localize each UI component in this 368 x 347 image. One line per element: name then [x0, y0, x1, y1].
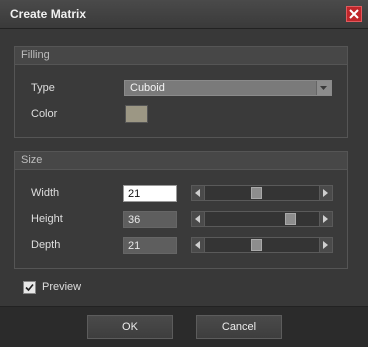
type-dropdown[interactable]: Cuboid [124, 80, 332, 96]
height-increment-button[interactable] [319, 212, 332, 226]
height-input[interactable] [123, 211, 177, 228]
preview-label: Preview [42, 281, 82, 293]
width-decrement-button[interactable] [192, 186, 205, 200]
height-label: Height [31, 213, 63, 225]
close-button[interactable] [346, 6, 362, 22]
filling-group: Filling Type Cuboid Color [14, 46, 348, 138]
dropdown-arrow-icon [316, 81, 331, 95]
chevron-right-icon [323, 241, 328, 249]
color-label: Color [31, 108, 58, 120]
depth-slider-track[interactable] [205, 238, 319, 252]
dialog-footer: OK Cancel [0, 306, 368, 347]
chevron-left-icon [195, 241, 200, 249]
height-slider-track[interactable] [205, 212, 319, 226]
color-swatch[interactable] [125, 105, 148, 123]
depth-label: Depth [31, 239, 61, 251]
width-increment-button[interactable] [319, 186, 332, 200]
width-label: Width [31, 187, 60, 199]
dialog-body: Filling Type Cuboid Color Size Width Hei… [0, 29, 368, 306]
chevron-left-icon [195, 215, 200, 223]
size-header: Size [15, 152, 347, 170]
depth-decrement-button[interactable] [192, 238, 205, 252]
type-dropdown-value: Cuboid [130, 82, 165, 94]
depth-slider[interactable] [191, 237, 333, 253]
title-bar: Create Matrix [0, 0, 368, 29]
height-decrement-button[interactable] [192, 212, 205, 226]
width-slider-thumb[interactable] [251, 187, 262, 199]
depth-slider-thumb[interactable] [251, 239, 262, 251]
ok-button[interactable]: OK [87, 315, 173, 339]
depth-increment-button[interactable] [319, 238, 332, 252]
chevron-right-icon [323, 189, 328, 197]
checkmark-icon [25, 283, 34, 292]
filling-header: Filling [15, 47, 347, 65]
height-slider-thumb[interactable] [285, 213, 296, 225]
chevron-right-icon [323, 215, 328, 223]
width-slider-track[interactable] [205, 186, 319, 200]
preview-checkbox[interactable] [23, 281, 36, 294]
type-label: Type [31, 82, 55, 94]
close-icon [349, 9, 359, 19]
chevron-left-icon [195, 189, 200, 197]
width-slider[interactable] [191, 185, 333, 201]
height-slider[interactable] [191, 211, 333, 227]
depth-input[interactable] [123, 237, 177, 254]
cancel-button[interactable]: Cancel [196, 315, 282, 339]
width-input[interactable] [123, 185, 177, 202]
dialog-title: Create Matrix [10, 7, 87, 21]
size-group: Size Width Height Depth [14, 151, 348, 269]
